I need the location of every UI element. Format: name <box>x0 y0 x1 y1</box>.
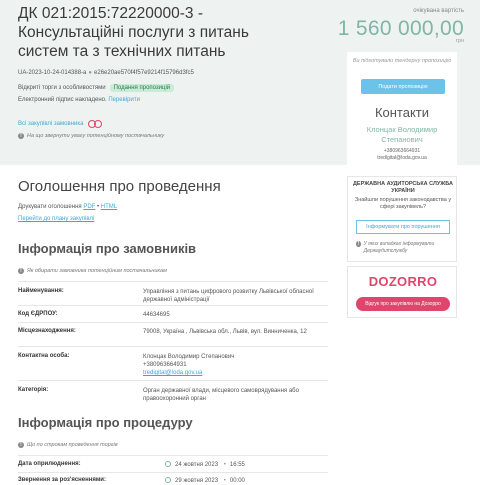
contact-person-email[interactable]: tredigital@loda.gov.ua <box>143 370 202 376</box>
field-value-clarifications: 29 жовтня 2023 • 00:00 <box>165 477 345 485</box>
field-value-edrpou: 44634695 <box>143 312 170 318</box>
contact-person-phone: +380963664931 <box>143 362 187 368</box>
dozorro-feedback-button[interactable]: Відгук про закупівлю на Дозорро <box>356 297 450 311</box>
tender-id: UA-2023-10-24-014388-a <box>18 70 87 76</box>
field-label-clarifications: Звернення за роз'ясненнями: <box>18 477 106 483</box>
clarifications-date: 29 жовтня 2023 <box>175 478 219 484</box>
divider <box>18 380 328 381</box>
proposal-note: Ви підготували тендерну пропозицію <box>352 58 452 64</box>
contact-name: Клонцак Володимир Степанович <box>366 125 438 144</box>
divider <box>18 346 328 347</box>
procedure-hint-text[interactable]: Що по строкам проведення торгів <box>27 442 118 448</box>
signature-row: Електронний підпис накладено. Перевірити <box>18 97 140 103</box>
customer-section-title: Інформація про замовників <box>18 241 197 256</box>
published-time: 16:55 <box>229 462 245 468</box>
info-icon: ! <box>356 241 361 247</box>
procedure-hint[interactable]: ! Що по строкам проведення торгів <box>18 442 118 448</box>
clock-icon <box>165 461 171 468</box>
field-value-name: Управління з питань цифрового розвитку Л… <box>143 289 314 303</box>
procedure-section-title: Інформація про процедуру <box>18 415 193 430</box>
field-label-category: Категорія: <box>18 387 49 393</box>
field-label-location: Місцезнаходження: <box>18 328 76 334</box>
customer-hint-text[interactable]: Як обирати замовника потенційним постача… <box>27 268 167 274</box>
clock-icon <box>165 477 171 484</box>
print-row: Друкувати оголошення PDF • HTML <box>18 204 117 210</box>
divider <box>18 455 328 456</box>
report-violation-button[interactable]: Інформувати про порушення <box>356 220 450 234</box>
verify-signature-link[interactable]: Перевірити <box>108 97 140 103</box>
dozorro-box: DOZORRO Відгук про закупівлю на Дозорро <box>347 266 457 318</box>
all-purchases-label[interactable]: Всі закупівлі замовника <box>18 121 83 127</box>
published-date: 24 жовтня 2023 <box>175 462 219 468</box>
customer-hint[interactable]: ! Як обирати замовника потенційним поста… <box>18 268 167 274</box>
status-badge: Подання пропозицій <box>109 84 175 92</box>
divider <box>18 305 328 306</box>
contact-person-name: Клонцак Володимир Степанович <box>143 354 235 360</box>
price-value: 1 560 000,00 <box>337 17 464 40</box>
print-label: Друкувати оголошення <box>18 204 82 210</box>
attention-hint-text[interactable]: На що звернути увагу потенційному постач… <box>27 133 164 139</box>
divider <box>18 322 328 323</box>
field-label-contact: Контактна особа: <box>18 353 70 359</box>
audit-note-text[interactable]: У яких випадках інформувати Держаудитслу… <box>364 241 452 254</box>
tender-title: ДК 021:2015:72220000-3 - Консультаційні … <box>18 5 249 60</box>
contacts-title: Контакти <box>374 105 430 120</box>
print-pdf-link[interactable]: PDF <box>83 204 95 210</box>
divider <box>18 281 328 282</box>
plan-link[interactable]: Перейти до плану закупівлі <box>18 216 94 222</box>
procedure-type: Відкриті торги з особливостями <box>18 85 106 91</box>
audit-title: ДЕРЖАВНА АУДИТОРСЬКА СЛУЖБА УКРАЇНИ <box>353 181 453 194</box>
field-value-contact: Клонцак Володимир Степанович +3809636649… <box>143 353 323 377</box>
announcement-title: Оголошення про проведення <box>18 178 221 195</box>
dozorro-logo: DOZORRO <box>368 274 438 289</box>
submit-proposal-button[interactable]: Подати пропозицію <box>361 79 445 94</box>
audit-note[interactable]: ! У яких випадках інформувати Держаудитс… <box>356 241 452 254</box>
tender-hash: e26e20ae570f4f57e9214f15796d3fc5 <box>94 70 194 76</box>
price-label: очікувана вартість <box>413 8 464 14</box>
print-html-link[interactable]: HTML <box>101 204 117 210</box>
contact-phone: +380963664931 <box>383 148 421 154</box>
field-value-location: 79008, Україна , Львівська обл., Львів, … <box>143 329 307 335</box>
info-icon: ! <box>18 442 24 448</box>
info-icon: ! <box>18 133 24 139</box>
all-purchases-link[interactable]: Всі закупівлі замовника <box>18 120 103 128</box>
audit-question: Знайшли порушення законодавства у сфері … <box>354 197 452 210</box>
procedure-row: Відкриті торги з особливостями Подання п… <box>18 84 175 92</box>
binoculars-icon[interactable] <box>88 120 103 128</box>
field-label-published: Дата оприлюднення: <box>18 461 81 467</box>
print-separator: • <box>97 204 100 210</box>
tender-id-row: UA-2023-10-24-014388-a ● e26e20ae570f4f57e… <box>18 70 194 76</box>
price-currency: грн <box>455 38 464 44</box>
contacts-card: Ви підготували тендерну пропозицію Подат… <box>347 52 457 167</box>
attention-hint[interactable]: ! На що звернути увагу потенційному пост… <box>18 133 164 139</box>
field-label-edrpou: Код ЄДРПОУ: <box>18 311 58 317</box>
clarifications-time: 00:00 <box>229 478 245 484</box>
audit-service-box: ДЕРЖАВНА АУДИТОРСЬКА СЛУЖБА УКРАЇНИ Знай… <box>347 176 457 262</box>
info-icon: ! <box>18 268 24 274</box>
field-label-name: Найменування: <box>18 288 64 294</box>
field-value-published: 24 жовтня 2023 • 16:55 <box>165 461 345 469</box>
divider <box>18 472 328 473</box>
contact-email: tredigital@loda.gov.ua <box>377 155 427 161</box>
signature-label: Електронний підпис накладено. <box>18 97 107 103</box>
field-value-category: Орган державної влади, місцевого самовря… <box>143 388 299 402</box>
